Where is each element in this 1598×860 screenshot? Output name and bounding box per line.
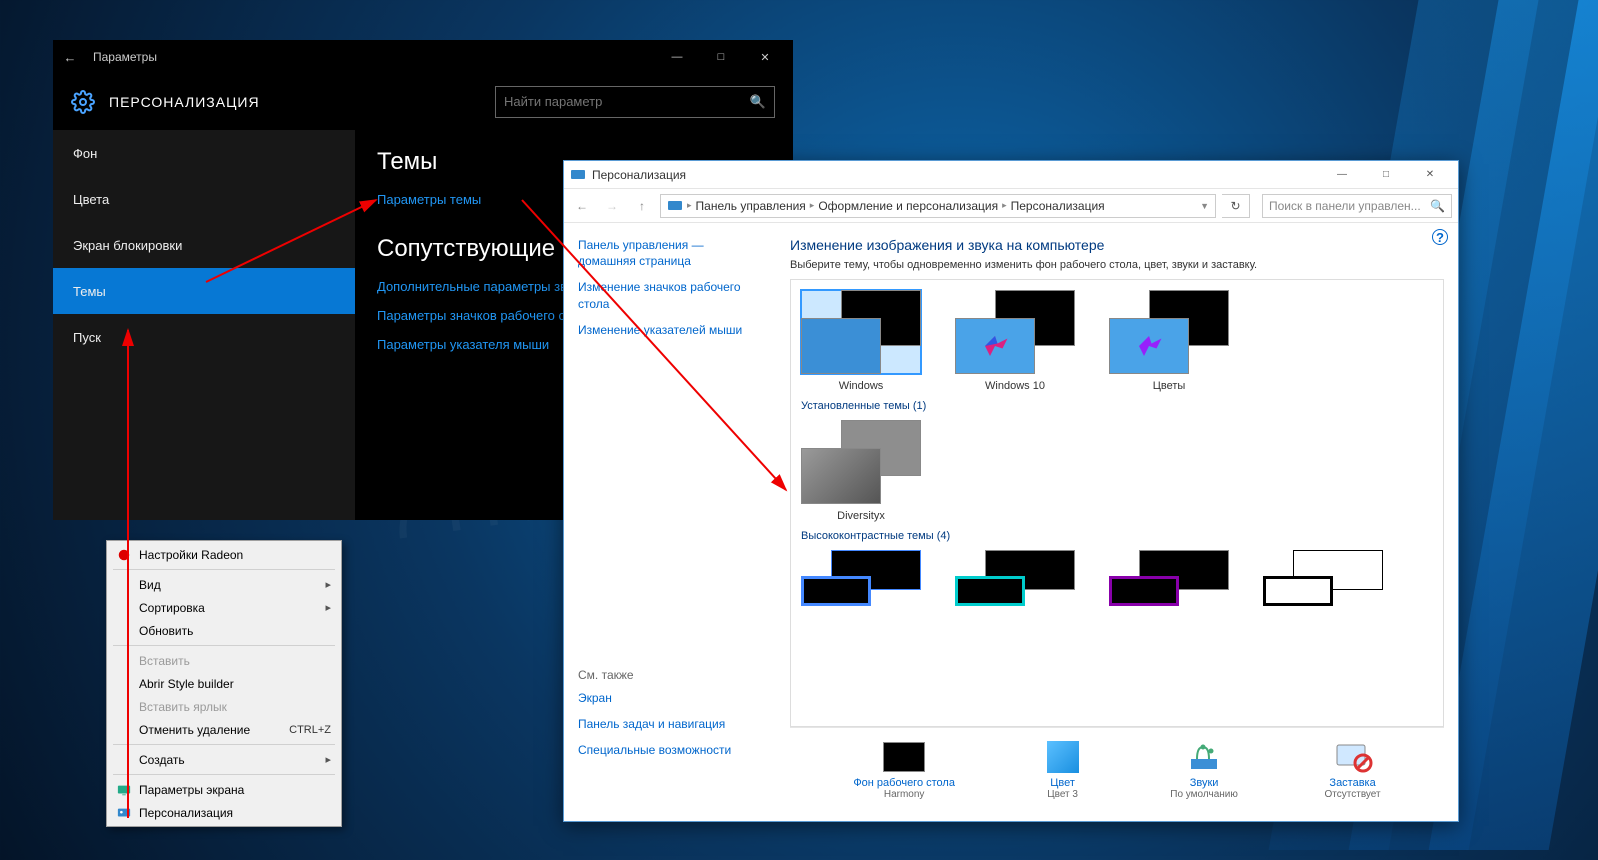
display-icon [117,783,131,797]
theme-hc-2[interactable] [955,550,1075,596]
cp-footer: Фон рабочего стола Harmony Цвет Цвет 3 З… [790,727,1444,813]
menu-refresh[interactable]: Обновить [109,619,339,642]
screensaver-icon [1333,741,1373,773]
footer-color[interactable]: Цвет Цвет 3 [1042,741,1084,800]
menu-separator [113,744,335,745]
gear-icon [71,90,95,114]
chevron-right-icon: ▸ [325,578,331,591]
theme-hc-3[interactable] [1109,550,1229,596]
nav-background[interactable]: Фон [53,130,355,176]
cp-address-bar: ← → ↑ ▸ Панель управления ▸ Оформление и… [564,189,1458,223]
breadcrumb[interactable]: ▸ Панель управления ▸ Оформление и персо… [660,194,1216,218]
nav-back-button[interactable]: ← [570,194,594,218]
seealso-taskbar[interactable]: Панель задач и навигация [578,716,762,732]
installed-themes-header: Установленные темы (1) [801,400,1433,412]
seealso-display[interactable]: Экран [578,690,762,706]
breadcrumb-item[interactable]: Панель управления [696,199,806,213]
menu-new[interactable]: Создать▸ [109,748,339,771]
menu-paste-shortcut: Вставить ярлык [109,695,339,718]
refresh-button[interactable]: ↻ [1222,194,1250,218]
sidebar-link-mouse-pointers[interactable]: Изменение указателей мыши [578,322,762,338]
menu-style-builder[interactable]: Abrir Style builder [109,672,339,695]
theme-diversityx[interactable]: Diversityx [801,420,921,522]
cp-main-heading: Изменение изображения и звука на компьют… [790,237,1444,253]
close-button[interactable]: ✕ [743,40,787,74]
breadcrumb-item[interactable]: Оформление и персонализация [818,199,998,213]
cp-main-subtext: Выберите тему, чтобы одновременно измени… [790,259,1444,271]
minimize-button[interactable]: — [1320,162,1364,188]
sidebar-link-cp-home[interactable]: Панель управления — домашняя страница [578,237,762,269]
menu-display-settings[interactable]: Параметры экрана [109,778,339,801]
personalize-icon [667,198,683,214]
cp-title: Персонализация [592,168,1320,182]
chevron-right-icon: ▸ [325,753,331,766]
breadcrumb-item[interactable]: Персонализация [1011,199,1105,213]
nav-lockscreen[interactable]: Экран блокировки [53,222,355,268]
minimize-button[interactable]: — [655,40,699,74]
nav-themes[interactable]: Темы [53,268,355,314]
settings-header: ПЕРСОНАЛИЗАЦИЯ 🔍 [53,74,793,130]
back-arrow-icon[interactable]: ← [59,50,81,65]
desktop-bg-icon [883,742,925,772]
search-icon: 🔍 [1430,199,1445,213]
search-icon: 🔍 [750,94,766,110]
menu-separator [113,774,335,775]
cp-sidebar: Панель управления — домашняя страница Из… [564,223,776,821]
cp-titlebar: Персонализация — □ ✕ [564,161,1458,189]
footer-screensaver[interactable]: Заставка Отсутствует [1325,741,1381,800]
color-icon [1047,741,1079,773]
sounds-icon [1185,741,1223,773]
see-also-header: См. также [578,668,762,682]
personalize-icon [117,806,131,820]
maximize-button[interactable]: □ [699,40,743,74]
menu-personalize[interactable]: Персонализация [109,801,339,824]
menu-sort[interactable]: Сортировка▸ [109,596,339,619]
nav-start[interactable]: Пуск [53,314,355,360]
settings-nav: Фон Цвета Экран блокировки Темы Пуск [53,130,355,520]
settings-search-box[interactable]: 🔍 [495,86,775,118]
footer-desktop-background[interactable]: Фон рабочего стола Harmony [853,741,955,800]
theme-hc-1[interactable] [801,550,921,596]
cp-search-box[interactable]: Поиск в панели управлен... 🔍 [1262,194,1452,218]
menu-radeon-settings[interactable]: Настройки Radeon [109,543,339,566]
settings-titlebar: ← Параметры — □ ✕ [53,40,793,74]
cp-main: Изменение изображения и звука на компьют… [776,223,1458,821]
menu-shortcut: CTRL+Z [289,724,331,736]
menu-undo-delete[interactable]: Отменить удалениеCTRL+Z [109,718,339,741]
personalize-icon [570,167,586,183]
sidebar-link-desktop-icons[interactable]: Изменение значков рабочего стола [578,279,762,311]
settings-header-title: ПЕРСОНАЛИЗАЦИЯ [109,94,260,110]
menu-paste: Вставить [109,649,339,672]
settings-search-input[interactable] [504,94,750,109]
theme-windows10[interactable]: Windows 10 [955,290,1075,392]
nav-up-button[interactable]: ↑ [630,194,654,218]
maximize-button[interactable]: □ [1364,162,1408,188]
menu-separator [113,645,335,646]
theme-list[interactable]: Windows Windows 10 Цветы Установленные т… [790,279,1444,727]
nav-forward-button[interactable]: → [600,194,624,218]
radeon-icon [117,548,131,562]
personalization-window: Персонализация — □ ✕ ← → ↑ ▸ Панель упра… [563,160,1459,822]
footer-sounds[interactable]: Звуки По умолчанию [1170,741,1238,800]
menu-view[interactable]: Вид▸ [109,573,339,596]
settings-titlebar-title: Параметры [93,50,655,64]
chevron-down-icon[interactable]: ▼ [1200,201,1209,211]
close-button[interactable]: ✕ [1408,162,1452,188]
theme-windows[interactable]: Windows [801,290,921,392]
nav-colors[interactable]: Цвета [53,176,355,222]
seealso-accessibility[interactable]: Специальные возможности [578,742,762,758]
chevron-right-icon: ▸ [325,601,331,614]
theme-hc-4[interactable] [1263,550,1383,596]
cp-search-placeholder: Поиск в панели управлен... [1269,199,1421,213]
desktop-context-menu: Настройки Radeon Вид▸ Сортировка▸ Обнови… [106,540,342,827]
hc-themes-header: Высококонтрастные темы (4) [801,530,1433,542]
menu-separator [113,569,335,570]
theme-flowers[interactable]: Цветы [1109,290,1229,392]
